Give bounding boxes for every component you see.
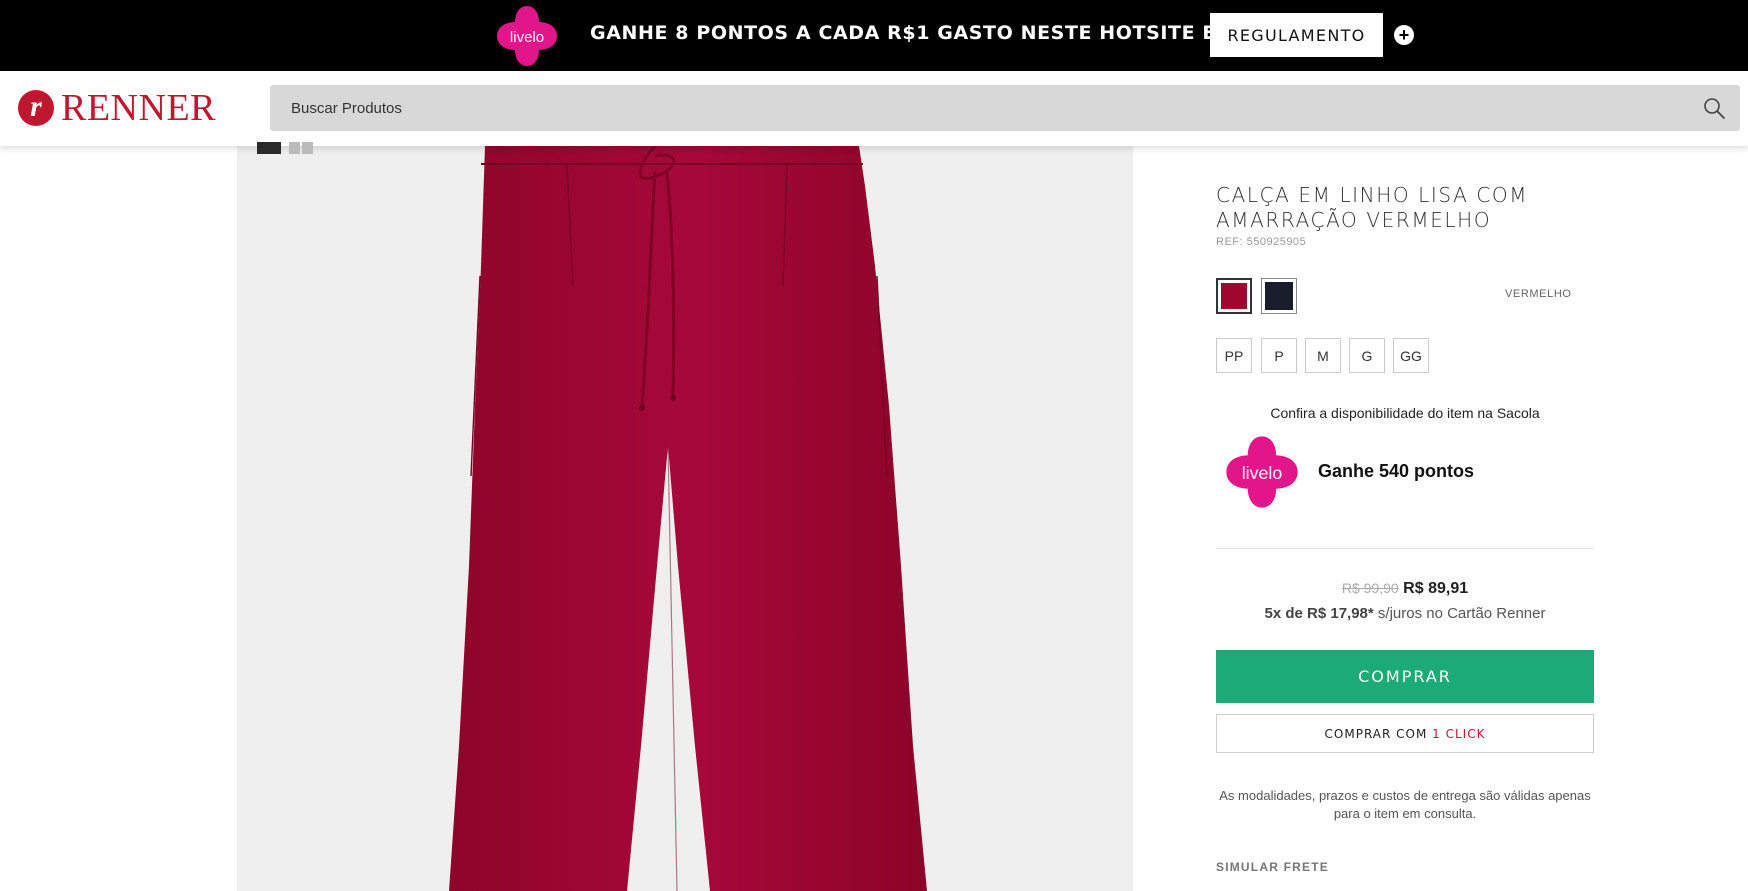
size-option-m[interactable]: M [1305,338,1341,373]
divider [1216,548,1594,549]
buy-one-click-button[interactable]: COMPRAR COM 1 CLICK [1216,714,1594,753]
site-header: r RENNER [0,71,1748,146]
regulamento-button[interactable]: REGULAMENTO [1210,13,1383,57]
gallery-thumb-1[interactable] [257,142,281,154]
product-image[interactable] [237,146,1133,891]
old-price: R$ 99,90 [1341,580,1399,596]
installments: 5x de R$ 17,98* s/juros no Cartão Renner [1216,605,1594,622]
svg-text:livelo: livelo [1242,463,1283,483]
one-click-highlight: 1 CLICK [1432,726,1486,741]
search-icon[interactable] [1702,96,1726,120]
search-input[interactable] [270,85,1670,131]
gallery-thumbnails [257,142,313,154]
plus-circle-icon[interactable]: + [1394,25,1414,45]
product-ref: REF: 550925905 [1216,236,1307,248]
availability-note: Confira a disponibilidade do item na Sac… [1270,405,1540,421]
buy-button[interactable]: COMPRAR [1216,650,1594,703]
points-label: Ganhe 540 pontos [1318,461,1475,481]
search-bar [270,85,1740,131]
renner-logo[interactable]: r RENNER [18,89,216,127]
pants-illustration [449,146,927,891]
renner-logo-text: RENNER [61,87,216,129]
new-price: R$ 89,91 [1403,580,1469,597]
livelo-logo: livelo [497,6,557,66]
product-title: CALÇA EM LINHO LISA COM AMARRAÇÃO VERMEL… [1216,183,1529,232]
livelo-points-logo: livelo [1226,436,1298,508]
size-option-gg[interactable]: GG [1393,338,1429,373]
gallery-thumb-2[interactable] [289,142,313,154]
renner-logo-mark: r [18,90,54,126]
one-click-prefix: COMPRAR COM [1324,726,1433,741]
promo-bar: livelo GANHE 8 PONTOS A CADA R$1 GASTO N… [0,0,1748,71]
selected-color-label: VERMELHO [1505,288,1572,300]
color-swatch-vermelho[interactable] [1216,278,1252,314]
delivery-note: As modalidades, prazos e custos de entre… [1219,788,1591,821]
size-option-g[interactable]: G [1349,338,1385,373]
installments-value: 5x de R$ 17,98* [1264,605,1374,622]
color-swatch-navy[interactable] [1261,278,1297,314]
price: R$ 99,90 R$ 89,91 [1216,580,1594,598]
installments-text: s/juros no Cartão Renner [1373,605,1546,622]
simulate-shipping-label[interactable]: SIMULAR FRETE [1216,860,1329,874]
svg-text:livelo: livelo [510,29,544,46]
size-option-p[interactable]: P [1261,338,1297,373]
size-option-pp[interactable]: PP [1216,338,1252,373]
